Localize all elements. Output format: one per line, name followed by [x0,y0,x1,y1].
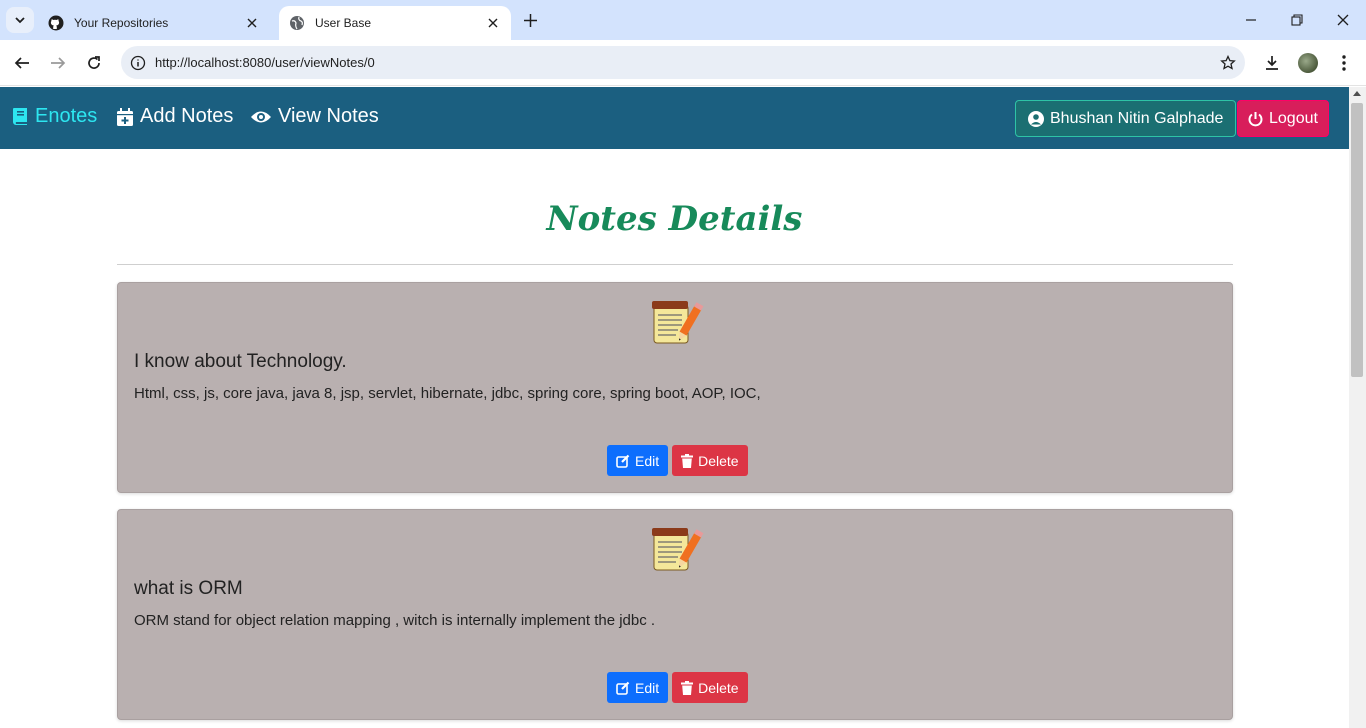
avatar [1298,53,1318,73]
close-tab-icon[interactable] [485,15,501,31]
note-actions: Edit Delete [607,445,748,476]
book-icon [13,108,27,125]
forward-button[interactable] [45,50,71,76]
reload-icon [88,56,100,69]
edit-button[interactable]: Edit [607,445,669,476]
arrow-left-icon [14,57,29,69]
note-card: I know about Technology. Html, css, js, … [117,282,1233,493]
delete-label: Delete [698,452,739,469]
logout-label: Logout [1269,109,1318,127]
address-bar[interactable]: http://localhost:8080/user/viewNotes/0 [121,46,1245,79]
tab-your-repositories[interactable]: Your Repositories [38,6,270,40]
trash-icon [681,680,694,695]
close-icon [1337,14,1349,26]
page-scrollbar[interactable] [1349,87,1366,728]
scroll-up-arrow[interactable] [1353,91,1361,96]
new-tab-button[interactable] [518,9,542,31]
note-title: I know about Technology. [134,351,347,372]
power-icon [1248,111,1263,126]
note-body: ORM stand for object relation mapping , … [134,612,656,629]
brand-link[interactable]: Enotes [12,105,97,128]
globe-icon [289,15,305,31]
profile-button[interactable] [1295,50,1321,76]
note-actions: Edit Delete [607,672,748,703]
logout-button[interactable]: Logout [1237,100,1329,137]
tab-user-base[interactable]: User Base [279,6,511,40]
url-text: http://localhost:8080/user/viewNotes/0 [155,55,375,70]
note-card: what is ORM ORM stand for object relatio… [117,509,1233,720]
browser-toolbar: http://localhost:8080/user/viewNotes/0 [0,40,1366,86]
calendar-plus-icon [117,107,133,126]
plus-icon [523,13,537,27]
edit-icon [616,454,630,468]
download-icon [1266,56,1278,70]
bookmark-star-icon[interactable] [1211,54,1245,71]
user-name-label: Bhushan Nitin Galphade [1050,109,1224,127]
divider [117,264,1233,265]
app-navbar: Enotes Add Notes View Notes Bhushan Niti… [0,87,1349,149]
tab-title: Your Repositories [74,16,169,30]
site-info-icon[interactable] [121,55,155,71]
note-body: Html, css, js, core java, java 8, jsp, s… [134,385,761,402]
close-window-button[interactable] [1320,5,1366,35]
browser-tab-bar: Your Repositories User Base [0,0,1366,40]
edit-button[interactable]: Edit [607,672,669,703]
minimize-icon [1246,19,1256,21]
tab-search-button[interactable] [6,7,34,33]
tab-title: User Base [315,16,372,30]
nav-view-notes[interactable]: View Notes [250,105,379,128]
user-circle-icon [1028,110,1044,127]
arrow-right-icon [51,57,66,69]
page-viewport: Enotes Add Notes View Notes Bhushan Niti… [0,87,1349,728]
delete-button[interactable]: Delete [672,672,748,703]
user-profile-button[interactable]: Bhushan Nitin Galphade [1015,100,1237,137]
edit-label: Edit [635,452,660,469]
more-vertical-icon [1342,55,1346,71]
delete-button[interactable]: Delete [672,445,748,476]
reload-button[interactable] [81,50,107,76]
note-title: what is ORM [134,578,243,599]
nav-view-notes-label: View Notes [278,105,379,127]
github-icon [48,15,64,31]
browser-menu-button[interactable] [1331,50,1357,76]
chevron-down-icon [15,17,25,24]
delete-label: Delete [698,679,739,696]
nav-add-notes-label: Add Notes [140,105,234,127]
notepad-pencil-icon [648,295,704,351]
restore-button[interactable] [1274,5,1320,35]
close-tab-icon[interactable] [244,15,260,31]
restore-icon [1291,14,1303,26]
notepad-pencil-icon [648,522,704,578]
download-button[interactable] [1259,50,1285,76]
nav-add-notes[interactable]: Add Notes [116,105,233,128]
minimize-button[interactable] [1228,5,1274,35]
scrollbar-thumb[interactable] [1351,103,1363,377]
brand-label: Enotes [35,105,98,127]
edit-icon [616,681,630,695]
edit-label: Edit [635,679,660,696]
trash-icon [681,453,694,468]
back-button[interactable] [9,50,35,76]
eye-icon [251,111,271,122]
page-title: Notes Details [546,199,803,239]
